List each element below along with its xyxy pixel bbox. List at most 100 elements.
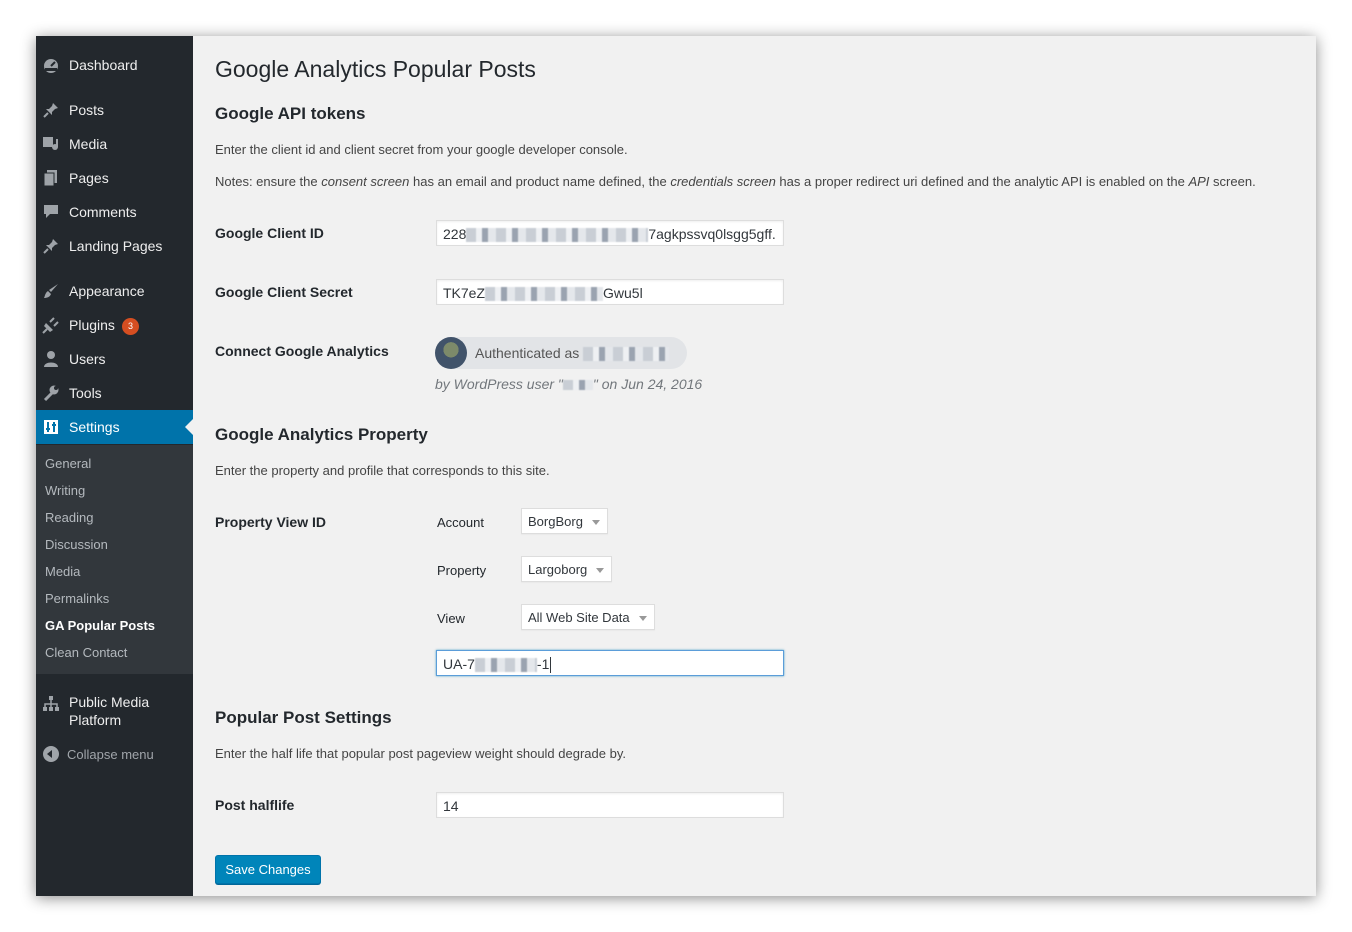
- menu-label: Appearance: [69, 283, 145, 299]
- auth-byline: by WordPress user " " on Jun 24, 2016: [435, 376, 702, 392]
- comments-icon: [44, 205, 58, 218]
- section-heading-property: Google Analytics Property: [215, 425, 428, 444]
- post-halflife-input[interactable]: 14: [436, 792, 784, 818]
- post-halflife-label: Post halflife: [215, 797, 295, 813]
- notes-text: has an email and product name defined, t…: [409, 174, 671, 189]
- menu-label: Landing Pages: [69, 238, 163, 254]
- notes-emphasis: consent screen: [321, 174, 410, 189]
- submenu-item-ga-popular-posts[interactable]: GA Popular Posts: [45, 618, 155, 633]
- view-select[interactable]: All Web Site Data: [521, 604, 655, 630]
- media-icon: [43, 137, 58, 150]
- collapse-arrow-icon: [43, 746, 59, 762]
- account-select[interactable]: BorgBorg: [521, 508, 608, 534]
- chevron-down-icon: [638, 616, 647, 621]
- property-select[interactable]: Largoborg: [521, 556, 613, 582]
- client-id-input[interactable]: 228 7agkpssvq0lsgg5gff.: [436, 220, 784, 246]
- avatar: [435, 337, 467, 369]
- collapse-menu-button[interactable]: Collapse menu: [36, 743, 193, 767]
- submenu-item-discussion[interactable]: Discussion: [45, 537, 108, 552]
- collapse-label: Collapse menu: [67, 747, 154, 762]
- menu-label: Dashboard: [69, 57, 138, 73]
- property-view-id-label: Property View ID: [215, 514, 327, 530]
- redacted-text: [474, 658, 537, 673]
- account-label: Account: [437, 515, 484, 530]
- menu-label: Users: [69, 351, 106, 367]
- update-count-badge: 3: [122, 318, 139, 335]
- menu-item-settings[interactable]: Settings: [36, 410, 193, 444]
- submenu-item-reading[interactable]: Reading: [45, 510, 93, 525]
- byline-suffix: " on Jun 24, 2016: [592, 376, 703, 392]
- user-icon: [44, 351, 58, 367]
- submenu-item-general[interactable]: General: [45, 456, 91, 471]
- client-secret-label: Google Client Secret: [215, 284, 353, 300]
- menu-label: Plugins: [69, 317, 115, 333]
- menu-label: Posts: [69, 102, 105, 118]
- wrench-icon: [43, 385, 59, 402]
- client-id-prefix: 228: [443, 226, 467, 242]
- view-label: View: [437, 611, 465, 626]
- menu-label: Tools: [69, 385, 102, 401]
- menu-label: Public Media: [69, 694, 150, 710]
- notes-emphasis: API: [1188, 174, 1210, 189]
- property-label: Property: [437, 563, 487, 578]
- chevron-down-icon: [596, 568, 605, 573]
- dashboard-icon: [44, 59, 58, 73]
- admin-sidebar: Dashboard Posts Media Pages Comments Lan…: [36, 36, 193, 896]
- submenu-item-permalinks[interactable]: Permalinks: [45, 591, 109, 606]
- authenticated-account-chip[interactable]: Authenticated as: [435, 337, 687, 369]
- plugin-icon: [42, 317, 59, 334]
- api-tokens-description: Enter the client id and client secret fr…: [215, 142, 628, 157]
- menu-label: Settings: [69, 419, 120, 435]
- pin-icon: [43, 239, 58, 254]
- popular-post-description: Enter the half life that popular post pa…: [215, 746, 626, 761]
- redacted-text: [466, 228, 649, 243]
- redacted-text: [485, 287, 604, 302]
- menu-item-landing-pages[interactable]: Landing Pages: [36, 229, 193, 263]
- menu-item-dashboard[interactable]: Dashboard: [36, 48, 193, 82]
- ua-suffix: -1: [536, 656, 550, 672]
- client-id-label: Google Client ID: [215, 225, 324, 241]
- section-heading-popular-post-settings: Popular Post Settings: [215, 708, 392, 727]
- ua-id-input[interactable]: UA-7 -1: [436, 650, 784, 676]
- settings-icon: [44, 420, 58, 434]
- client-secret-input[interactable]: TK7eZ Gwu5l: [436, 279, 784, 305]
- menu-item-public-media-platform[interactable]: Public Media Platform: [36, 690, 193, 734]
- chevron-down-icon: [591, 520, 600, 525]
- notes-text: screen.: [1209, 174, 1256, 189]
- menu-item-users[interactable]: Users: [36, 342, 193, 376]
- client-id-suffix: 7agkpssvq0lsgg5gff.: [648, 226, 776, 242]
- menu-item-posts[interactable]: Posts: [36, 93, 193, 127]
- save-changes-button[interactable]: Save Changes: [215, 855, 321, 884]
- submenu-item-media[interactable]: Media: [45, 564, 80, 579]
- settings-page-content: Google Analytics Popular Posts Google AP…: [193, 36, 1316, 896]
- menu-label-line2: Platform: [69, 712, 122, 728]
- submenu-item-clean-contact[interactable]: Clean Contact: [45, 645, 127, 660]
- notes-text: Notes: ensure the: [215, 174, 322, 189]
- browser-window: Dashboard Posts Media Pages Comments Lan…: [36, 36, 1316, 896]
- pages-icon: [43, 170, 57, 187]
- byline-prefix: by WordPress user ": [435, 376, 563, 392]
- property-selected-value: Largoborg: [528, 562, 588, 577]
- notes-emphasis: credentials screen: [670, 174, 776, 189]
- menu-label: Media: [69, 136, 108, 152]
- brush-icon: [44, 284, 58, 298]
- submenu-item-writing[interactable]: Writing: [45, 483, 85, 498]
- account-selected-value: BorgBorg: [528, 514, 583, 529]
- menu-item-appearance[interactable]: Appearance: [36, 274, 193, 308]
- network-icon: [43, 696, 59, 711]
- redacted-text: [583, 347, 670, 362]
- notes-text: has a proper redirect uri defined and th…: [775, 174, 1189, 189]
- connect-analytics-label: Connect Google Analytics: [215, 343, 389, 359]
- redacted-text: [562, 380, 593, 391]
- client-secret-suffix: Gwu5l: [603, 285, 643, 301]
- pin-icon: [43, 103, 58, 118]
- section-heading-api-tokens: Google API tokens: [215, 104, 366, 123]
- ua-prefix: UA-7: [443, 656, 475, 672]
- menu-item-comments[interactable]: Comments: [36, 195, 193, 229]
- menu-item-pages[interactable]: Pages: [36, 161, 193, 195]
- menu-item-tools[interactable]: Tools: [36, 376, 193, 410]
- auth-label: Authenticated as: [475, 345, 580, 361]
- menu-item-plugins[interactable]: Plugins 3: [36, 308, 193, 342]
- settings-submenu: General Writing Reading Discussion Media…: [36, 445, 193, 674]
- menu-item-media[interactable]: Media: [36, 127, 193, 161]
